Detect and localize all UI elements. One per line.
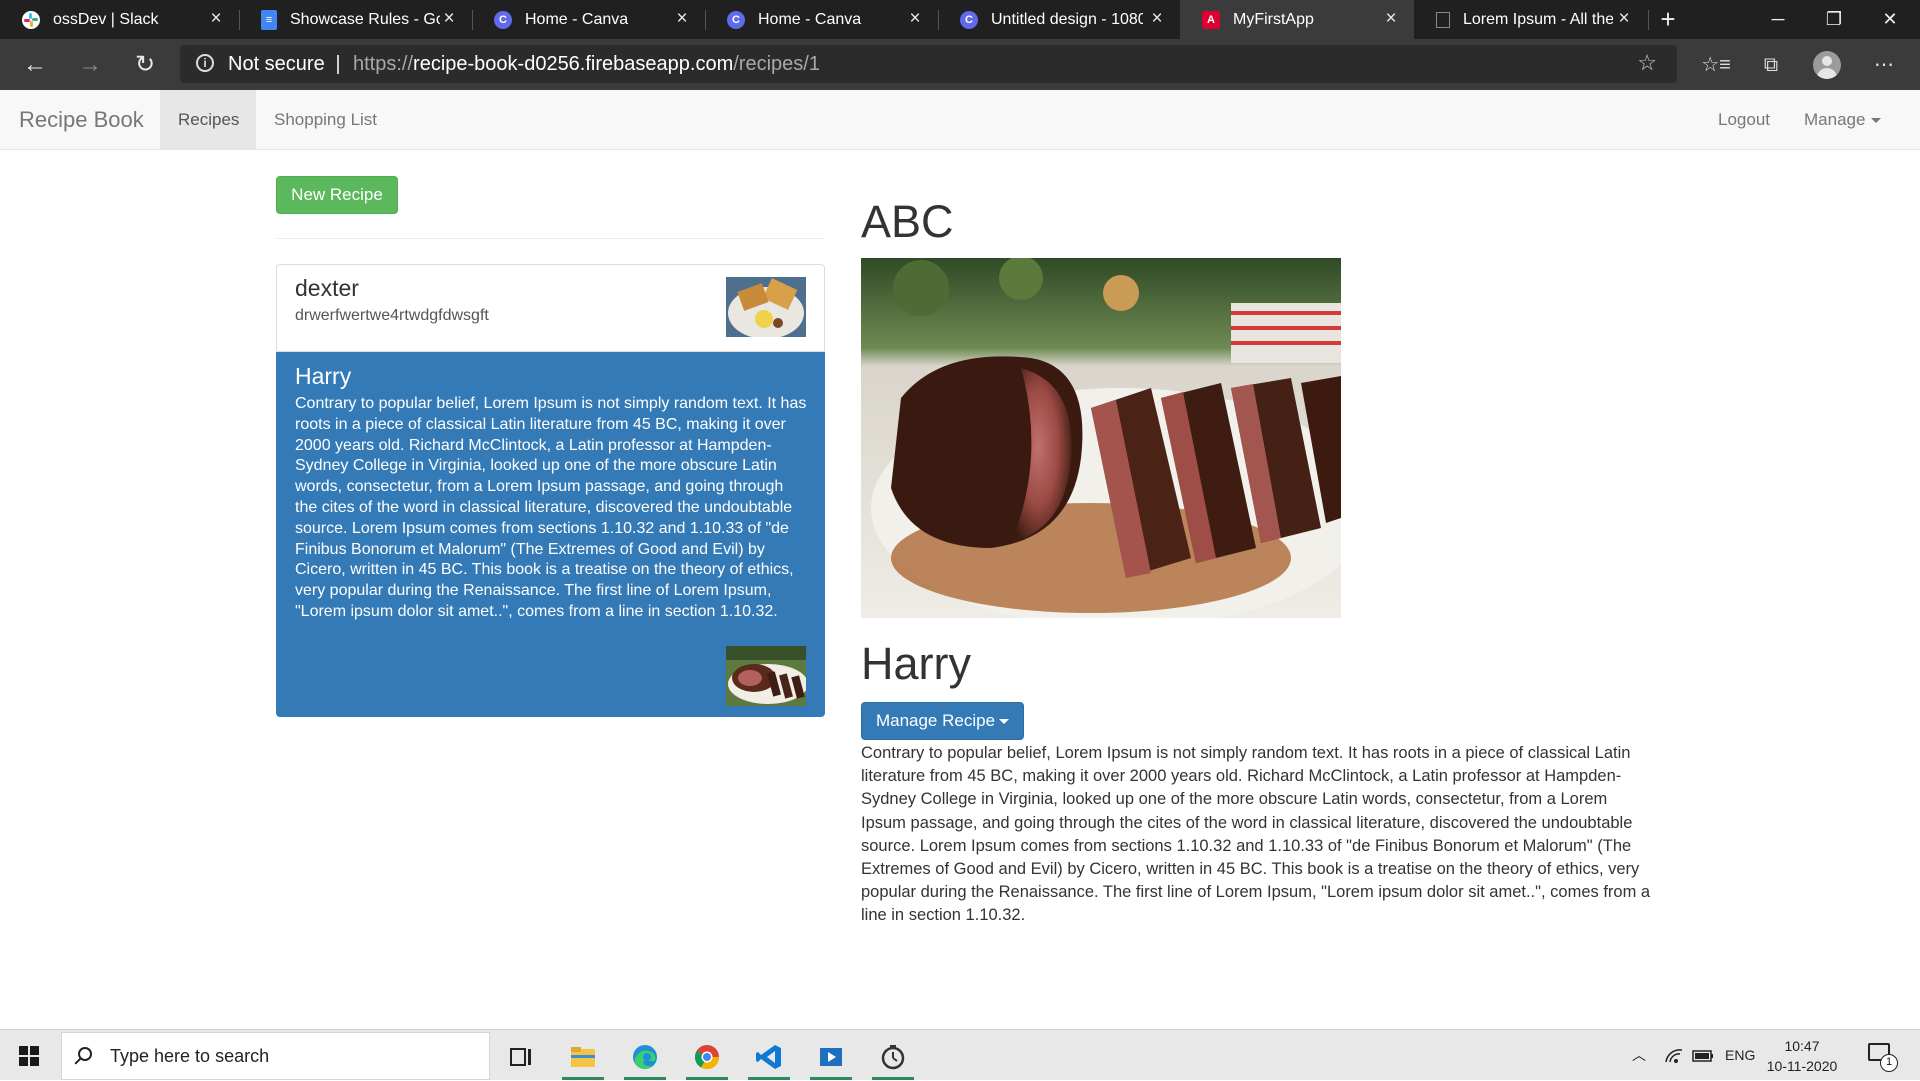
- file-explorer-icon[interactable]: [557, 1034, 609, 1080]
- recipe-detail-description: Contrary to popular belief, Lorem Ipsum …: [861, 744, 1651, 925]
- refresh-icon[interactable]: ↻: [127, 47, 163, 83]
- url-scheme: https://: [353, 53, 414, 75]
- lorem-ipsum-icon: [1436, 11, 1450, 28]
- close-tab-icon[interactable]: ×: [1382, 9, 1400, 28]
- canva-icon: C: [960, 10, 978, 29]
- windows-taskbar: Type here to search ︿ ENG 10:47 10-11-20…: [0, 1029, 1920, 1080]
- more-options-icon[interactable]: ⋯: [1868, 49, 1900, 81]
- restore-window-button[interactable]: ❐: [1806, 0, 1862, 39]
- tab-title: ossDev | Slack: [53, 10, 159, 28]
- recipe-thumbnail-steak: [726, 646, 806, 706]
- back-arrow-icon[interactable]: ←: [17, 47, 53, 83]
- close-tab-icon[interactable]: ×: [906, 9, 924, 28]
- tab-title: Home - Canva: [525, 10, 629, 28]
- forward-arrow-icon[interactable]: →: [72, 47, 108, 83]
- caret-down-icon: [999, 719, 1010, 725]
- manage-label: Manage: [1804, 110, 1866, 129]
- tab-title: Untitled design - 1080p: [991, 10, 1143, 28]
- minimize-window-button[interactable]: ─: [1750, 0, 1806, 39]
- info-icon[interactable]: i: [196, 54, 214, 72]
- brand-link[interactable]: Recipe Book: [19, 107, 144, 133]
- edge-icon[interactable]: [619, 1034, 671, 1080]
- recipe-detail-title: ABC: [861, 196, 954, 247]
- slack-icon: [22, 10, 40, 29]
- recipe-description: Contrary to popular belief, Lorem Ipsum …: [295, 395, 807, 620]
- app-navbar: Recipe Book Recipes Shopping List Logout…: [0, 90, 1920, 150]
- canva-icon: C: [494, 10, 512, 29]
- battery-icon[interactable]: [1692, 1030, 1714, 1081]
- caret-down-icon: [1871, 118, 1882, 124]
- favorite-star-icon[interactable]: ☆: [1637, 50, 1657, 76]
- tab-title: Showcase Rules - Goog: [290, 10, 440, 28]
- windows-start-icon[interactable]: [19, 1046, 39, 1066]
- favorites-list-icon[interactable]: ☆≡: [1700, 49, 1732, 81]
- profile-avatar-icon[interactable]: [1813, 51, 1841, 79]
- tab-title: MyFirstApp: [1233, 10, 1314, 28]
- close-tab-icon[interactable]: ×: [673, 9, 691, 28]
- notification-count-badge: 1: [1880, 1054, 1898, 1072]
- url-text[interactable]: https://recipe-book-d0256.firebaseapp.co…: [353, 53, 820, 76]
- browser-tab-strip: ossDev | Slack × ≡ Showcase Rules - Goog…: [0, 0, 1920, 39]
- nav-recipes[interactable]: Recipes: [160, 90, 256, 149]
- close-tab-icon[interactable]: ×: [207, 9, 225, 28]
- browser-toolbar: ← → ↻ i Not secure https://recipe-book-d…: [0, 39, 1920, 90]
- clock-time: 10:47: [1784, 1038, 1820, 1054]
- system-clock[interactable]: 10:47 10-11-2020: [1762, 1036, 1842, 1076]
- manage-recipe-label: Manage Recipe: [875, 711, 996, 730]
- tab-title: Home - Canva: [758, 10, 862, 28]
- network-icon[interactable]: [1664, 1030, 1684, 1081]
- close-tab-icon[interactable]: ×: [1148, 9, 1166, 28]
- show-hidden-icons-chevron-up-icon[interactable]: ︿: [1632, 1030, 1646, 1081]
- clock-app-icon[interactable]: [867, 1034, 919, 1080]
- browser-tab-canva-2[interactable]: C Home - Canva ×: [705, 0, 938, 39]
- collections-icon[interactable]: ⧉: [1755, 49, 1787, 81]
- recipe-detail-image: [861, 258, 1341, 618]
- media-player-icon[interactable]: [805, 1034, 857, 1080]
- browser-tab-canva-design[interactable]: C Untitled design - 1080p ×: [938, 0, 1180, 39]
- recipe-name: dexter: [295, 275, 359, 301]
- address-divider: [337, 55, 339, 74]
- search-placeholder: Type here to search: [110, 1046, 270, 1066]
- manage-recipe-dropdown-button[interactable]: Manage Recipe: [861, 702, 1024, 740]
- logout-link[interactable]: Logout: [1700, 90, 1788, 149]
- canva-icon: C: [727, 10, 745, 29]
- input-language[interactable]: ENG: [1725, 1030, 1755, 1081]
- new-tab-button[interactable]: +: [1655, 6, 1681, 33]
- tab-title: Lorem Ipsum - All the f: [1463, 10, 1613, 28]
- url-path: /recipes/1: [733, 53, 820, 75]
- not-secure-label[interactable]: Not secure: [228, 53, 325, 76]
- search-icon: [78, 1047, 92, 1061]
- browser-tab-myfirstapp[interactable]: A MyFirstApp ×: [1180, 0, 1414, 39]
- manage-dropdown[interactable]: Manage: [1786, 90, 1899, 149]
- clock-date: 10-11-2020: [1766, 1058, 1838, 1074]
- recipe-name: Harry: [295, 363, 352, 389]
- url-host: recipe-book-d0256.firebaseapp.com: [413, 53, 734, 75]
- chrome-icon[interactable]: [681, 1034, 733, 1080]
- taskbar-search-box[interactable]: Type here to search: [61, 1032, 490, 1080]
- nav-shopping-list[interactable]: Shopping List: [256, 90, 395, 149]
- recipe-description: drwerfwertwe4rtwdgfdwsgft: [295, 307, 489, 324]
- recipe-list-item-dexter[interactable]: dexter drwerfwertwe4rtwdgfdwsgft: [276, 264, 825, 352]
- google-docs-icon: ≡: [261, 9, 277, 30]
- browser-tab-canva-1[interactable]: C Home - Canva ×: [472, 0, 705, 39]
- recipe-detail-name: Harry: [861, 638, 971, 689]
- recipe-list-item-harry[interactable]: Harry Contrary to popular belief, Lorem …: [276, 352, 825, 717]
- browser-tab-lorem-ipsum[interactable]: Lorem Ipsum - All the f ×: [1414, 0, 1647, 39]
- close-tab-icon[interactable]: ×: [1615, 9, 1633, 28]
- angular-icon: A: [1202, 10, 1220, 29]
- close-tab-icon[interactable]: ×: [440, 9, 458, 28]
- browser-tab-google-docs[interactable]: ≡ Showcase Rules - Goog ×: [239, 0, 472, 39]
- recipe-thumbnail-waffles: [726, 277, 806, 337]
- address-bar[interactable]: i Not secure https://recipe-book-d0256.f…: [180, 45, 1677, 83]
- divider: [276, 238, 825, 239]
- browser-tab-slack[interactable]: ossDev | Slack ×: [0, 0, 239, 39]
- new-recipe-button[interactable]: New Recipe: [276, 176, 398, 214]
- close-window-button[interactable]: ✕: [1862, 0, 1918, 39]
- task-view-icon[interactable]: [495, 1034, 547, 1080]
- vscode-icon[interactable]: [743, 1034, 795, 1080]
